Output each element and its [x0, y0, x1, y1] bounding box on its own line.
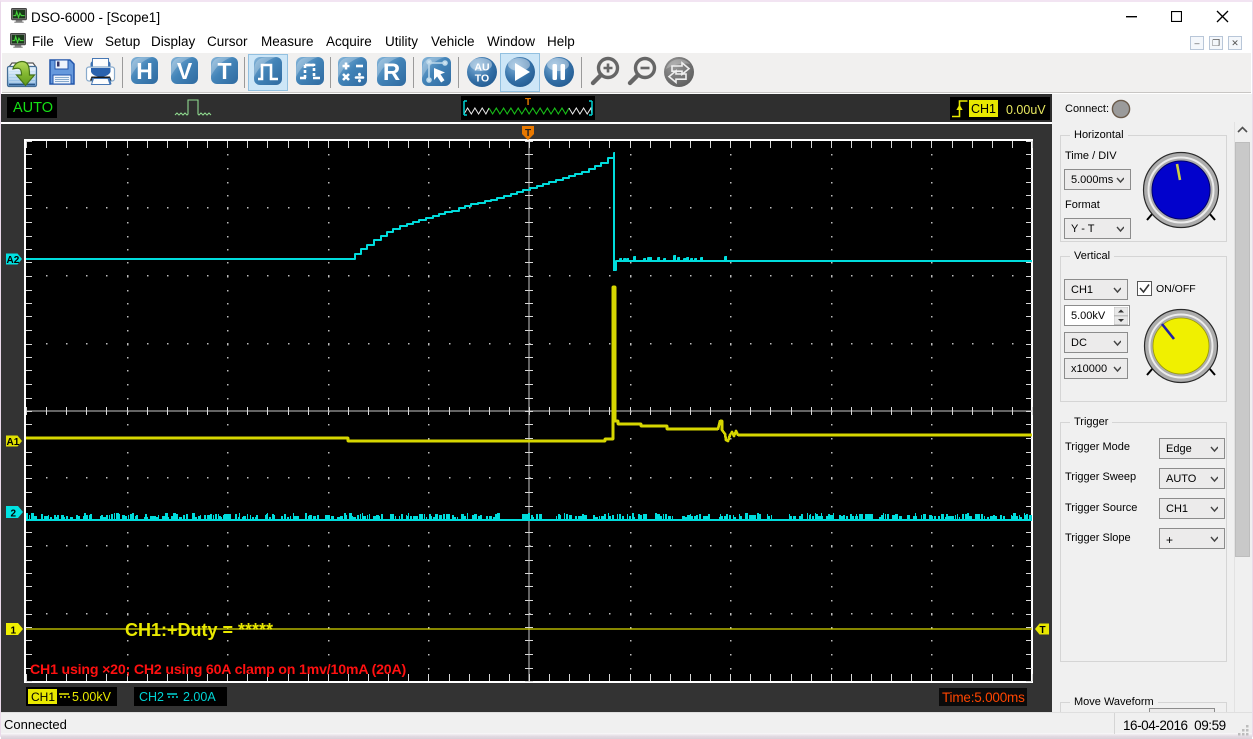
svg-text:CH2: CH2	[139, 690, 164, 704]
svg-text:1: 1	[11, 626, 17, 637]
svg-text:T: T	[1040, 625, 1046, 636]
svg-text:H: H	[136, 58, 153, 84]
svg-text:A2: A2	[7, 255, 20, 266]
svg-text:A1: A1	[7, 437, 20, 448]
svg-text:Time:5.000ms: Time:5.000ms	[942, 690, 1025, 705]
svg-text:T: T	[525, 97, 531, 108]
svg-text:CH1:+Duty = *****: CH1:+Duty = *****	[125, 620, 273, 640]
svg-text:5.00kV: 5.00kV	[72, 690, 112, 704]
svg-text:TO: TO	[475, 73, 489, 85]
svg-text:CH1: CH1	[971, 102, 996, 116]
svg-text:T: T	[525, 128, 531, 139]
svg-text:V: V	[177, 58, 193, 84]
svg-text:AUTO: AUTO	[13, 100, 53, 116]
svg-text:2: 2	[11, 509, 17, 520]
svg-text:0.00uV: 0.00uV	[1006, 103, 1046, 117]
svg-text:R: R	[383, 59, 400, 86]
svg-text:CH1 using ×20; CH2 using 60A c: CH1 using ×20; CH2 using 60A clamp on 1m…	[30, 662, 407, 678]
svg-text:CH1: CH1	[31, 690, 55, 704]
svg-text:2.00A: 2.00A	[183, 690, 216, 704]
svg-text:T: T	[217, 58, 231, 84]
